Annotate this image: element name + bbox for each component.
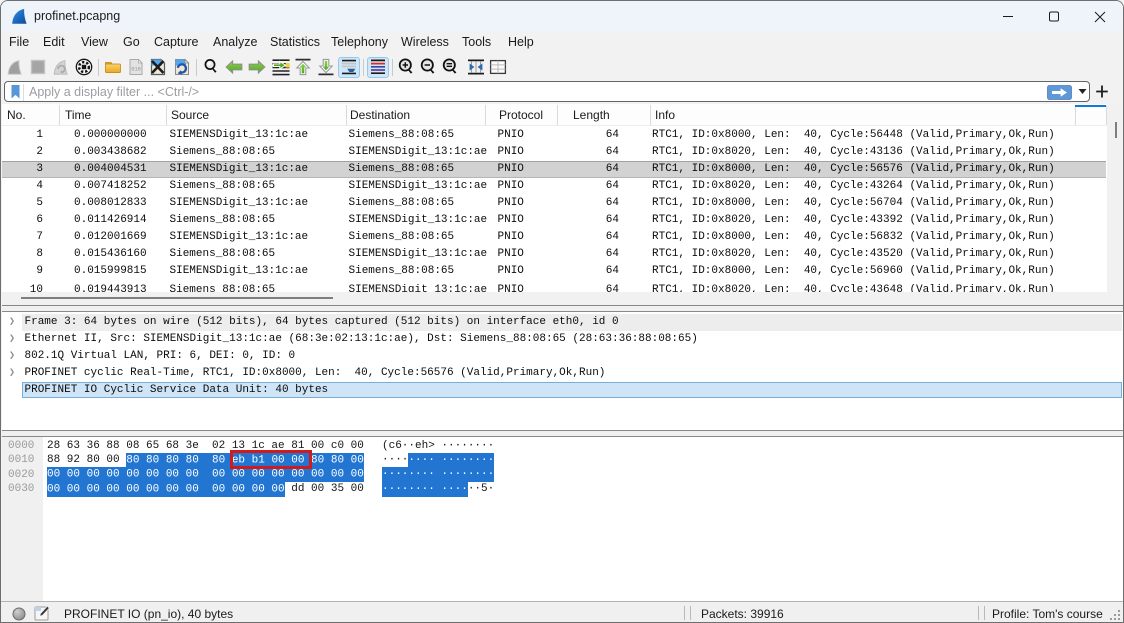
svg-text:010: 010 <box>131 67 140 73</box>
